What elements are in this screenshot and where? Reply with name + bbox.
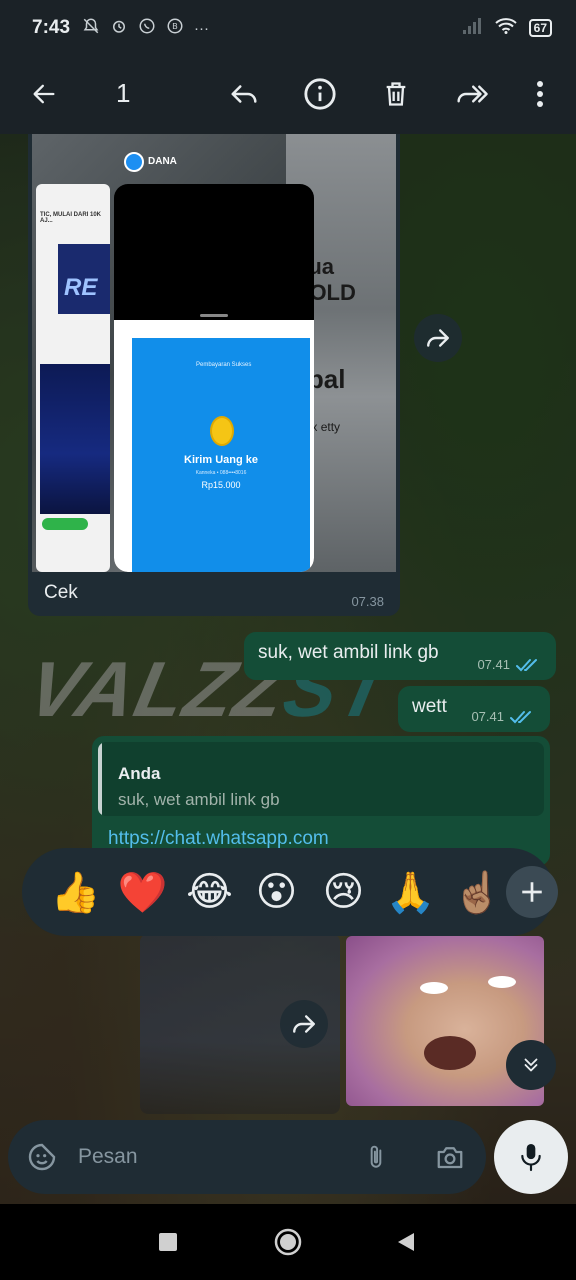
read-ticks-icon: [516, 658, 537, 671]
status-left-icons: B ···: [82, 17, 209, 39]
sticker-icon[interactable]: [24, 1139, 60, 1175]
battery-indicator: 67: [528, 19, 552, 37]
message-composer: [8, 1120, 486, 1194]
back-nav-icon[interactable]: [390, 1226, 422, 1258]
camera-icon[interactable]: [432, 1139, 468, 1175]
reaction-thumbs-up[interactable]: 👍: [42, 862, 109, 922]
quote-author: Anda: [118, 764, 161, 783]
home-icon[interactable]: [272, 1226, 304, 1258]
message-time: 07.38: [351, 594, 384, 609]
reaction-point-up[interactable]: ☝🏽: [444, 862, 511, 922]
quoted-message[interactable]: Anda suk, wet ambil link gb: [98, 742, 544, 816]
selected-count: 1: [116, 78, 131, 108]
outgoing-message[interactable]: wett 07.41: [398, 686, 550, 732]
android-nav-bar: [0, 1204, 576, 1280]
attach-icon[interactable]: [358, 1139, 394, 1175]
scroll-to-bottom-icon[interactable]: [506, 1040, 556, 1090]
message-time: 07.41: [477, 657, 510, 672]
reply-message-bubble[interactable]: Anda suk, wet ambil link gb https://chat…: [92, 736, 550, 866]
more-vert-icon[interactable]: [516, 70, 564, 118]
recent-app-card-dana: Pembayaran Sukses Kirim Uang ke Kanneka …: [114, 184, 314, 572]
forward-shortcut-icon[interactable]: [414, 314, 462, 362]
message-link[interactable]: https://chat.whatsapp.com: [108, 828, 329, 850]
whatsapp-icon: [138, 17, 156, 39]
dana-logo-icon: [124, 152, 144, 172]
status-right: 67: [462, 17, 552, 39]
wifi-icon: [494, 17, 517, 39]
message-time: 07.41: [471, 709, 504, 724]
image-caption: Cek: [44, 582, 78, 603]
status-time: 7:43: [32, 17, 71, 38]
b-badge-icon: B: [166, 17, 184, 39]
recent-app-card-left: TIC, MULAI DARI 10K AJ... RE: [36, 184, 110, 572]
dana-label: DANA: [148, 156, 177, 167]
car-image: [40, 364, 110, 514]
mute-icon: [82, 17, 100, 39]
recents-icon[interactable]: [152, 1226, 184, 1258]
reaction-surprised[interactable]: 😮: [243, 862, 310, 922]
alarm-icon: [110, 17, 128, 39]
message-text: suk, wet ambil link gb: [258, 642, 439, 663]
reaction-pray[interactable]: 🙏: [377, 862, 444, 922]
message-text: wett: [412, 696, 447, 717]
reaction-crying[interactable]: 😢: [310, 862, 377, 922]
reaction-heart[interactable]: ❤️: [109, 862, 176, 922]
payment-receipt: Pembayaran Sukses Kirim Uang ke Kanneka …: [114, 320, 314, 572]
image-message-bubble[interactable]: illua ZOLD - bal anelix etty DANA TIC, M…: [28, 134, 400, 616]
back-arrow-icon[interactable]: [20, 70, 68, 118]
message-input[interactable]: [78, 1138, 338, 1176]
delete-icon[interactable]: [372, 70, 420, 118]
forward-icon[interactable]: [448, 70, 496, 118]
reply-icon[interactable]: [220, 70, 268, 118]
mic-icon[interactable]: [494, 1120, 568, 1194]
info-icon[interactable]: [296, 70, 344, 118]
plus-icon[interactable]: [506, 866, 558, 918]
coin-icon: [210, 416, 234, 446]
signal-icon: [462, 17, 483, 39]
read-ticks-icon: [510, 710, 531, 723]
selection-toolbar: 1: [0, 56, 576, 134]
shared-image[interactable]: illua ZOLD - bal anelix etty DANA TIC, M…: [32, 134, 396, 572]
reaction-laughing[interactable]: 😂: [176, 862, 243, 922]
svg-text:B: B: [172, 21, 178, 31]
reaction-tray: 👍 ❤️ 😂 😮 😢 🙏 ☝🏽: [22, 848, 558, 936]
quote-text: suk, wet ambil link gb: [118, 790, 280, 809]
outgoing-message[interactable]: suk, wet ambil link gb 07.41: [244, 632, 556, 680]
forward-shortcut-icon[interactable]: [280, 1000, 328, 1048]
status-bar: 7:43 B ··· 67: [0, 0, 576, 56]
more-status-indicator: ···: [194, 19, 210, 37]
